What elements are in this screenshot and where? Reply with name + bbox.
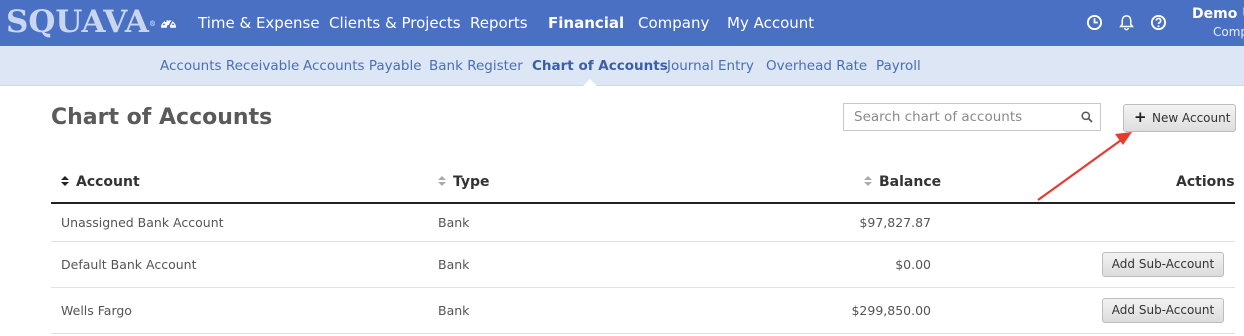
user-name[interactable]: Demo U [1192, 6, 1244, 22]
plus-icon: + [1134, 108, 1147, 126]
column-header-type-label: Type [453, 174, 490, 190]
search-box [843, 103, 1101, 131]
row-account-type: Bank [438, 257, 470, 272]
logo-registered-mark: ® [148, 19, 156, 28]
subnav-payroll[interactable]: Payroll [876, 46, 921, 85]
clock-icon[interactable] [1086, 14, 1103, 31]
row-account-balance: $97,827.87 [859, 215, 931, 230]
sort-icon [864, 176, 872, 186]
column-header-balance-label: Balance [879, 174, 942, 190]
nav-company[interactable]: Company [638, 0, 709, 46]
nav-reports[interactable]: Reports [470, 0, 528, 46]
row-account-name[interactable]: Default Bank Account [61, 257, 197, 272]
search-icon[interactable] [1081, 111, 1093, 123]
table-row-divider [51, 241, 1235, 242]
nav-financial[interactable]: Financial [548, 0, 624, 46]
nav-my-account[interactable]: My Account [727, 0, 814, 46]
column-header-account-label: Account [76, 174, 140, 190]
row-account-type: Bank [438, 215, 470, 230]
table-row-divider [51, 287, 1235, 288]
row-account-name[interactable]: Wells Fargo [61, 303, 132, 318]
nav-clients-projects[interactable]: Clients & Projects [329, 0, 461, 46]
add-sub-account-button[interactable]: Add Sub-Account [1102, 298, 1224, 323]
add-sub-account-button[interactable]: Add Sub-Account [1102, 252, 1224, 277]
squava-logo[interactable]: SQUAVA® [6, 4, 156, 40]
column-header-balance[interactable]: Balance [864, 174, 941, 190]
user-company: Comp [1213, 25, 1244, 39]
subnav-accounts-payable[interactable]: Accounts Payable [303, 46, 422, 85]
logo-text: SQUAVA [6, 4, 149, 40]
financial-subnav: Accounts Receivable Accounts Payable Ban… [0, 46, 1244, 86]
row-account-type: Bank [438, 303, 470, 318]
row-account-balance: $299,850.00 [851, 303, 931, 318]
row-account-balance: $0.00 [895, 257, 931, 272]
help-icon[interactable] [1150, 14, 1167, 31]
new-account-label: New Account [1152, 111, 1231, 125]
sort-icon [61, 176, 69, 186]
subnav-bank-register[interactable]: Bank Register [429, 46, 523, 85]
column-header-actions: Actions [1176, 174, 1235, 190]
active-tab-caret [583, 79, 597, 86]
row-account-name[interactable]: Unassigned Bank Account [61, 215, 224, 230]
table-row-divider [51, 333, 1235, 334]
new-account-button[interactable]: + New Account [1123, 104, 1236, 132]
column-header-account[interactable]: Account [61, 174, 140, 190]
nav-time-expense[interactable]: Time & Expense [198, 0, 320, 46]
page-title: Chart of Accounts [51, 105, 273, 130]
column-header-type[interactable]: Type [438, 174, 490, 190]
subnav-accounts-receivable[interactable]: Accounts Receivable [160, 46, 299, 85]
sort-icon [438, 176, 446, 186]
subnav-journal-entry[interactable]: Journal Entry [667, 46, 754, 85]
subnav-overhead-rate[interactable]: Overhead Rate [766, 46, 867, 85]
dashboard-icon[interactable] [160, 15, 177, 31]
top-nav-bar: SQUAVA® Time & Expense Clients & Project… [0, 0, 1244, 46]
subnav-chart-of-accounts[interactable]: Chart of Accounts [532, 46, 668, 85]
search-input[interactable] [844, 104, 1082, 130]
bell-icon[interactable] [1118, 14, 1135, 31]
table-header-divider [51, 202, 1235, 204]
